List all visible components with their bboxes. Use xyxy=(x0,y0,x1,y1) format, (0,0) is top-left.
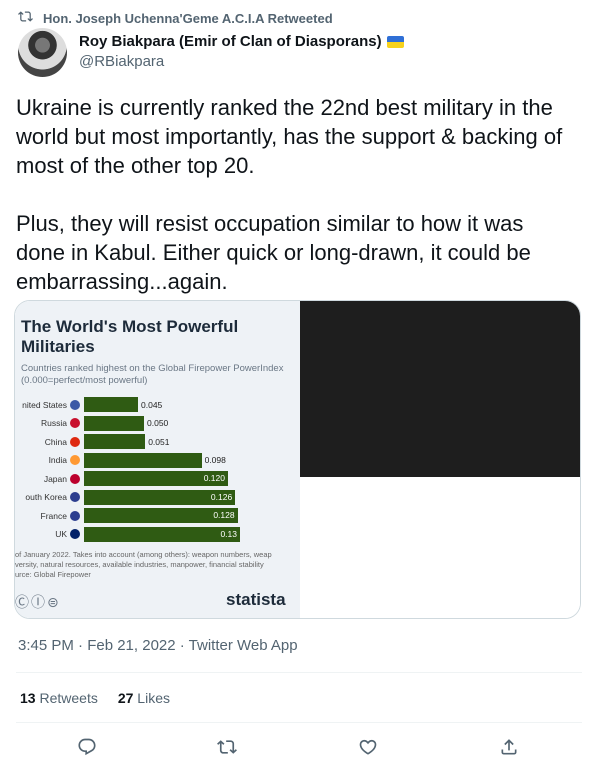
chart-category-label: France xyxy=(40,510,67,521)
chart-bar-row: India 0.098 xyxy=(15,452,226,468)
ukraine-flag-icon xyxy=(386,35,404,48)
chart-value-label: 0.128 xyxy=(213,510,235,520)
chart-value-label: 0.045 xyxy=(141,399,163,410)
chart-bar xyxy=(84,452,202,468)
media-image-chart[interactable]: The World's Most Powerful Militaries Cou… xyxy=(15,301,300,618)
chart-bar: 0.128 xyxy=(84,508,238,523)
author-handle[interactable]: @RBiakpara xyxy=(79,53,404,70)
license-icons: ⒸⒾ⊜ xyxy=(15,594,61,610)
chart-bar-row: China 0.051 xyxy=(15,434,169,449)
retweet-banner-text: Hon. Joseph Uchenna'Geme A.C.I.A Retweet… xyxy=(43,10,333,26)
author-block: Roy Biakpara (Emir of Clan of Diasporans… xyxy=(18,28,404,77)
tweet-media[interactable]: The World's Most Powerful Militaries Cou… xyxy=(14,300,581,619)
retweet-icon xyxy=(18,9,33,27)
country-flag-icon xyxy=(70,436,80,447)
retweet-icon[interactable] xyxy=(217,737,239,759)
reply-icon[interactable] xyxy=(77,737,99,759)
avatar[interactable] xyxy=(18,28,67,77)
chart-bar-row: Russia 0.050 xyxy=(15,415,169,431)
country-flag-icon xyxy=(70,399,80,410)
chart-bar xyxy=(84,415,144,431)
tweet-stats: 13 Retweets 27 Likes xyxy=(20,690,170,706)
chart-bar xyxy=(84,434,146,449)
likes-count: 27 xyxy=(117,690,134,706)
country-flag-icon xyxy=(70,418,80,428)
country-flag-icon xyxy=(70,473,80,484)
chart-category-label: nited States xyxy=(22,399,67,410)
chart-bar xyxy=(84,397,138,412)
divider xyxy=(16,722,582,723)
chart-value-label: 0.120 xyxy=(203,473,225,483)
divider xyxy=(16,672,582,673)
chart-footer-line: urce: Global Firepower xyxy=(15,570,91,579)
chart-value-label: 0.051 xyxy=(148,436,170,447)
chart-bar-row: UK 0.13 xyxy=(15,526,240,542)
chart-bar-row: nited States 0.045 xyxy=(15,397,162,412)
author-display-name-text[interactable]: Roy Biakpara (Emir of Clan of Diasporans… xyxy=(79,33,382,50)
chart-category-label: Japan xyxy=(43,473,67,484)
country-flag-icon xyxy=(70,510,80,521)
media-image-blank[interactable] xyxy=(300,477,580,618)
chart: The World's Most Powerful Militaries Cou… xyxy=(15,301,300,618)
chart-bar-row: France 0.128 xyxy=(15,508,238,523)
chart-footer-line: versity, natural resources, available in… xyxy=(15,560,264,569)
chart-value-label: 0.098 xyxy=(204,455,226,465)
tweet-timestamp[interactable]: 3:45 PM · Feb 21, 2022 · Twitter Web App xyxy=(18,637,298,654)
chart-bar: 0.13 xyxy=(84,526,240,542)
chart-category-label: outh Korea xyxy=(25,492,67,502)
author-display-name[interactable]: Roy Biakpara (Emir of Clan of Diasporans… xyxy=(79,33,404,50)
chart-bar-row: Japan 0.120 xyxy=(15,471,228,486)
chart-bar: 0.120 xyxy=(84,471,228,486)
chart-value-label: 0.050 xyxy=(147,418,169,428)
likes-stat[interactable]: 27 Likes xyxy=(118,690,170,706)
chart-category-label: Russia xyxy=(41,418,67,428)
tweet-text: Ukraine is currently ranked the 22nd bes… xyxy=(16,95,563,294)
chart-category-label: India xyxy=(48,455,67,465)
retweets-stat[interactable]: 13 Retweets xyxy=(20,690,98,706)
likes-label: Likes xyxy=(137,690,170,706)
country-flag-icon xyxy=(70,455,80,465)
media-image-dark[interactable] xyxy=(300,301,580,477)
chart-bar-row: outh Korea 0.126 xyxy=(15,489,236,505)
statista-logo: statista xyxy=(226,590,286,609)
tweet-actions xyxy=(0,737,598,761)
retweets-count: 13 xyxy=(20,690,36,706)
retweet-banner[interactable]: Hon. Joseph Uchenna'Geme A.C.I.A Retweet… xyxy=(18,9,333,27)
share-icon[interactable] xyxy=(499,737,521,759)
country-flag-icon xyxy=(70,492,80,502)
chart-value-label: 0.13 xyxy=(220,528,237,539)
chart-bar: 0.126 xyxy=(84,489,236,505)
like-icon[interactable] xyxy=(358,737,380,759)
media-right-column xyxy=(300,301,580,618)
chart-category-label: UK xyxy=(55,529,67,539)
chart-footer-line: of January 2022. Takes into account (amo… xyxy=(15,550,272,559)
chart-category-label: China xyxy=(44,436,67,447)
country-flag-icon xyxy=(70,529,80,539)
chart-subtitle: Countries ranked highest on the Global F… xyxy=(21,363,284,386)
retweets-label: Retweets xyxy=(39,690,98,706)
chart-footer: of January 2022. Takes into account (amo… xyxy=(15,550,300,580)
chart-title: The World's Most Powerful Militaries xyxy=(21,317,239,356)
chart-value-label: 0.126 xyxy=(210,491,233,502)
